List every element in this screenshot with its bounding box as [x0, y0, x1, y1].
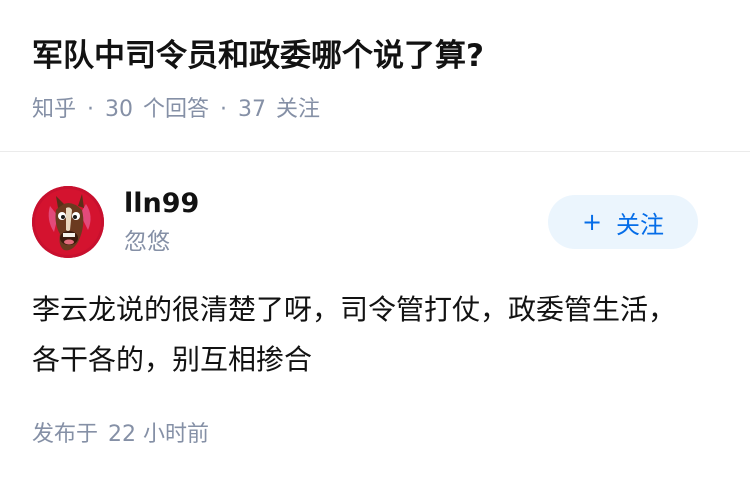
answers-label: 个回答 — [143, 97, 210, 122]
answer-content[interactable]: 李云龙说的很清楚了呀，司令管打仗，政委管生活，各干各的，别互相掺合 — [32, 285, 692, 385]
meta-separator: · — [220, 97, 228, 122]
follow-button[interactable]: + 关注 — [548, 195, 698, 249]
author-avatar[interactable] — [32, 186, 104, 258]
answer-card: lln99 忽悠 + 关注 李云龙说的很清楚了呀，司令管打仗，政委管生活，各干各… — [0, 152, 750, 485]
followers-count: 37 — [238, 97, 267, 122]
answer-time: 发布于 22 小时前 — [32, 419, 209, 451]
author-bio: 忽悠 — [124, 229, 170, 255]
followers-label: 关注 — [276, 97, 321, 122]
question-meta: 知乎 · 30 个回答 · 37 关注 — [32, 94, 320, 126]
plus-icon: + — [581, 208, 603, 236]
follow-label: 关注 — [616, 210, 665, 239]
meta-separator: · — [87, 97, 95, 122]
question-title[interactable]: 军队中司令员和政委哪个说了算? — [32, 34, 484, 78]
time-value: 22 小时前 — [108, 422, 210, 447]
horse-avatar-icon — [32, 186, 104, 258]
time-label: 发布于 — [32, 422, 99, 447]
source-label[interactable]: 知乎 — [32, 97, 76, 122]
question-header: 军队中司令员和政委哪个说了算? 知乎 · 30 个回答 · 37 关注 — [0, 0, 750, 152]
answers-count: 30 — [105, 97, 134, 122]
author-name[interactable]: lln99 — [124, 186, 199, 222]
